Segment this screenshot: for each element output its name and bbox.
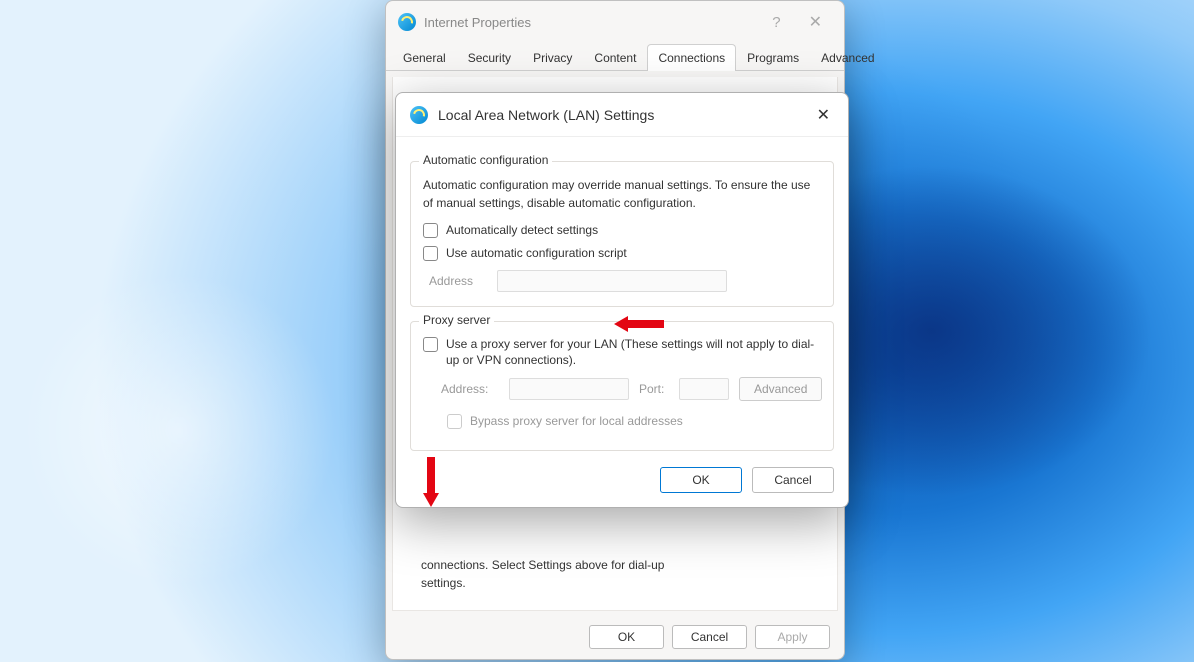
lan-settings-description: connections. Select Settings above for d… <box>421 556 664 592</box>
bypass-local-label: Bypass proxy server for local addresses <box>470 413 683 430</box>
ok-button[interactable]: OK <box>589 625 664 649</box>
tab-content[interactable]: Content <box>583 44 647 71</box>
proxy-address-input <box>509 378 629 400</box>
auto-config-address-input <box>497 270 727 292</box>
titlebar[interactable]: Local Area Network (LAN) Settings ✕ <box>396 93 848 137</box>
titlebar[interactable]: Internet Properties ? ✕ <box>386 1 844 43</box>
close-icon[interactable]: ✕ <box>799 8 832 36</box>
proxy-server-group: Proxy server Use a proxy server for your… <box>410 321 834 451</box>
group-legend: Proxy server <box>419 313 494 327</box>
auto-config-script-checkbox[interactable] <box>423 246 438 261</box>
dialog-button-row: OK Cancel Apply <box>589 625 830 649</box>
automatic-configuration-group: Automatic configuration Automatic config… <box>410 161 834 307</box>
auto-config-script-label: Use automatic configuration script <box>446 245 627 262</box>
close-icon[interactable]: ✕ <box>809 101 838 129</box>
auto-detect-checkbox[interactable] <box>423 223 438 238</box>
tab-general[interactable]: General <box>392 44 457 71</box>
proxy-address-label: Address: <box>441 382 499 396</box>
dialog-body: Automatic configuration Automatic config… <box>396 137 848 507</box>
window-title: Internet Properties <box>424 15 754 30</box>
apply-button[interactable]: Apply <box>755 625 830 649</box>
window-title: Local Area Network (LAN) Settings <box>438 107 799 123</box>
help-button[interactable]: ? <box>762 10 790 35</box>
proxy-port-label: Port: <box>639 382 669 396</box>
tab-security[interactable]: Security <box>457 44 522 71</box>
tab-strip: General Security Privacy Content Connect… <box>386 43 844 71</box>
group-legend: Automatic configuration <box>419 153 552 167</box>
lan-settings-dialog: Local Area Network (LAN) Settings ✕ Auto… <box>395 92 849 508</box>
address-label: Address <box>429 274 487 288</box>
use-proxy-label: Use a proxy server for your LAN (These s… <box>446 336 821 370</box>
internet-explorer-icon <box>410 106 428 124</box>
advanced-button: Advanced <box>739 377 822 401</box>
use-proxy-checkbox[interactable] <box>423 337 438 352</box>
tab-programs[interactable]: Programs <box>736 44 810 71</box>
tab-advanced[interactable]: Advanced <box>810 44 885 71</box>
tab-privacy[interactable]: Privacy <box>522 44 583 71</box>
internet-explorer-icon <box>398 13 416 31</box>
cancel-button[interactable]: Cancel <box>672 625 747 649</box>
auto-detect-label: Automatically detect settings <box>446 222 598 239</box>
bypass-local-checkbox <box>447 414 462 429</box>
proxy-port-input <box>679 378 729 400</box>
tab-connections[interactable]: Connections <box>647 44 736 71</box>
dialog-button-row: OK Cancel <box>410 467 834 493</box>
auto-config-description: Automatic configuration may override man… <box>423 176 821 212</box>
cancel-button[interactable]: Cancel <box>752 467 834 493</box>
ok-button[interactable]: OK <box>660 467 742 493</box>
